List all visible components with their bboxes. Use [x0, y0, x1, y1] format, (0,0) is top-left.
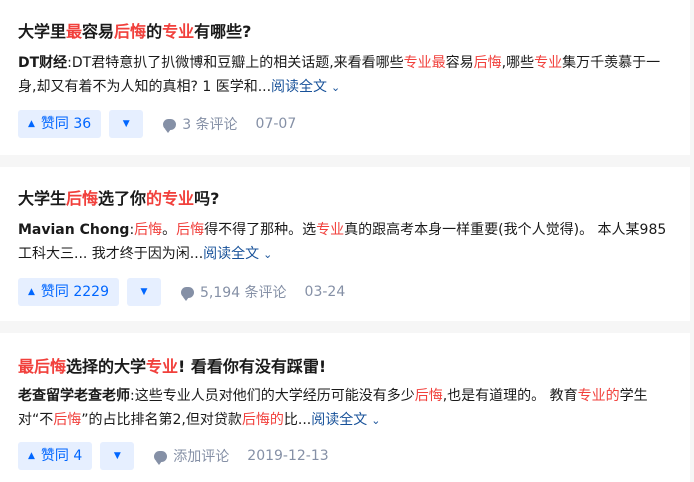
triangle-up-icon: ▲	[28, 451, 35, 461]
title-text: 有哪些?	[194, 22, 252, 41]
upvote-label: 赞同 36	[40, 116, 92, 132]
title-text: 选择的大学	[66, 357, 147, 376]
triangle-down-icon: ▼	[122, 119, 130, 129]
excerpt-highlight: 专业的	[577, 388, 620, 404]
chevron-down-icon: ⌄	[371, 414, 381, 427]
comment-button[interactable]: 5,194 条评论	[181, 282, 287, 302]
author-name[interactable]: 老查留学老查老师	[18, 388, 130, 404]
excerpt-highlight: 专业	[534, 55, 563, 71]
triangle-up-icon: ▲	[28, 119, 35, 129]
read-more-link[interactable]: 阅读全文 ⌄	[271, 79, 340, 95]
chevron-down-icon: ⌄	[263, 248, 273, 261]
excerpt-text: ”的占比排名第2,但对贷款	[81, 412, 242, 428]
excerpt-highlight: 后悔	[176, 222, 205, 238]
title-text: 吗?	[194, 189, 220, 208]
comment-bubble-icon	[154, 450, 168, 465]
title-text: ! 看看你有没有踩雷!	[178, 357, 327, 376]
title-highlight: 后悔	[114, 22, 147, 41]
result-title[interactable]: 大学里最容易后悔的专业有哪些?	[18, 0, 672, 43]
result-excerpt: Mavian Chong:后悔。后悔得不得了那种。选专业真的跟高考本身一样重要(…	[18, 218, 672, 267]
chevron-down-icon: ⌄	[331, 81, 341, 94]
downvote-button[interactable]: ▼	[100, 442, 135, 470]
excerpt-text: 比...	[283, 412, 312, 428]
excerpt-text: 容易	[445, 55, 474, 71]
comment-button[interactable]: 添加评论	[154, 446, 229, 466]
upvote-label: 赞同 4	[40, 448, 83, 464]
result-excerpt: DT财经:DT君特意扒了扒微博和豆瓣上的相关话题,来看看哪些专业最容易后悔,哪些…	[18, 51, 672, 100]
read-more-label: 阅读全文	[311, 412, 368, 428]
excerpt-text: ,哪些	[501, 55, 535, 71]
read-more-link[interactable]: 阅读全文 ⌄	[311, 412, 380, 428]
downvote-button[interactable]: ▼	[127, 278, 162, 306]
action-bar: ▲ 赞同 2229 ▼ 5,194 条评论 03-24	[18, 278, 672, 306]
upvote-button[interactable]: ▲ 赞同 4	[18, 442, 93, 470]
result-title[interactable]: 最后悔选择的大学专业! 看看你有没有踩雷!	[18, 333, 672, 378]
action-bar: ▲ 赞同 36 ▼ 3 条评论 07-07	[18, 110, 672, 138]
title-text: 选了你	[98, 189, 147, 208]
result-title[interactable]: 大学生后悔选了你的专业吗?	[18, 167, 672, 210]
comment-bubble-icon	[181, 286, 195, 301]
upvote-label: 赞同 2229	[40, 284, 110, 300]
author-name[interactable]: Mavian Chong	[18, 222, 129, 238]
excerpt-highlight: 后悔	[53, 412, 82, 428]
title-highlight: 专业	[146, 357, 179, 376]
comment-label: 3 条评论	[182, 117, 238, 133]
title-highlight: 的专业	[146, 189, 195, 208]
action-bar: ▲ 赞同 4 ▼ 添加评论 2019-12-13	[18, 442, 672, 470]
title-text: 大学里	[18, 22, 67, 41]
excerpt-highlight: 后悔	[134, 222, 163, 238]
excerpt-text: 得不得了那种。选	[204, 222, 317, 238]
excerpt-highlight: 后悔	[414, 388, 443, 404]
title-highlight: 最	[66, 22, 83, 41]
excerpt-highlight: 后悔的	[241, 412, 284, 428]
excerpt-text: :DT君特意扒了扒微博和豆瓣上的相关话题,来看看哪些	[67, 55, 404, 71]
triangle-down-icon: ▼	[113, 451, 121, 461]
upvote-button[interactable]: ▲ 赞同 36	[18, 110, 102, 138]
downvote-button[interactable]: ▼	[109, 110, 144, 138]
title-text: 的	[146, 22, 163, 41]
result-card: 最后悔选择的大学专业! 看看你有没有踩雷! 老查留学老查老师:这些专业人员对他们的…	[0, 333, 690, 482]
comment-bubble-icon	[163, 118, 177, 133]
title-text: 容易	[82, 22, 115, 41]
triangle-up-icon: ▲	[28, 287, 35, 297]
read-more-label: 阅读全文	[203, 246, 260, 262]
excerpt-text: :这些专业人员对他们的大学经历可能没有多少	[130, 388, 415, 404]
read-more-label: 阅读全文	[271, 79, 328, 95]
author-name[interactable]: DT财经	[18, 55, 67, 71]
triangle-down-icon: ▼	[140, 287, 148, 297]
result-excerpt: 老查留学老查老师:这些专业人员对他们的大学经历可能没有多少后悔,也是有道理的。 …	[18, 384, 672, 433]
result-card: 大学里最容易后悔的专业有哪些? DT财经:DT君特意扒了扒微博和豆瓣上的相关话题,…	[0, 0, 690, 155]
post-date: 2019-12-13	[247, 448, 329, 464]
excerpt-text: ,也是有道理的。 教育	[442, 388, 578, 404]
excerpt-highlight: 后悔	[473, 55, 502, 71]
upvote-button[interactable]: ▲ 赞同 2229	[18, 278, 120, 306]
result-card: 大学生后悔选了你的专业吗? Mavian Chong:后悔。后悔得不得了那种。选专…	[0, 167, 690, 321]
title-highlight: 专业	[162, 22, 195, 41]
post-date: 03-24	[304, 284, 346, 300]
title-text: 大学生	[18, 189, 67, 208]
comment-button[interactable]: 3 条评论	[163, 114, 238, 134]
comment-label: 5,194 条评论	[200, 285, 287, 301]
excerpt-highlight: 专业	[403, 55, 432, 71]
title-highlight: 最后悔	[18, 357, 67, 376]
title-highlight: 后悔	[66, 189, 99, 208]
comment-label: 添加评论	[173, 449, 230, 465]
post-date: 07-07	[255, 116, 297, 132]
excerpt-highlight: 最	[431, 55, 446, 71]
excerpt-highlight: 专业	[316, 222, 345, 238]
read-more-link[interactable]: 阅读全文 ⌄	[203, 246, 272, 262]
excerpt-text: 。	[162, 222, 177, 238]
